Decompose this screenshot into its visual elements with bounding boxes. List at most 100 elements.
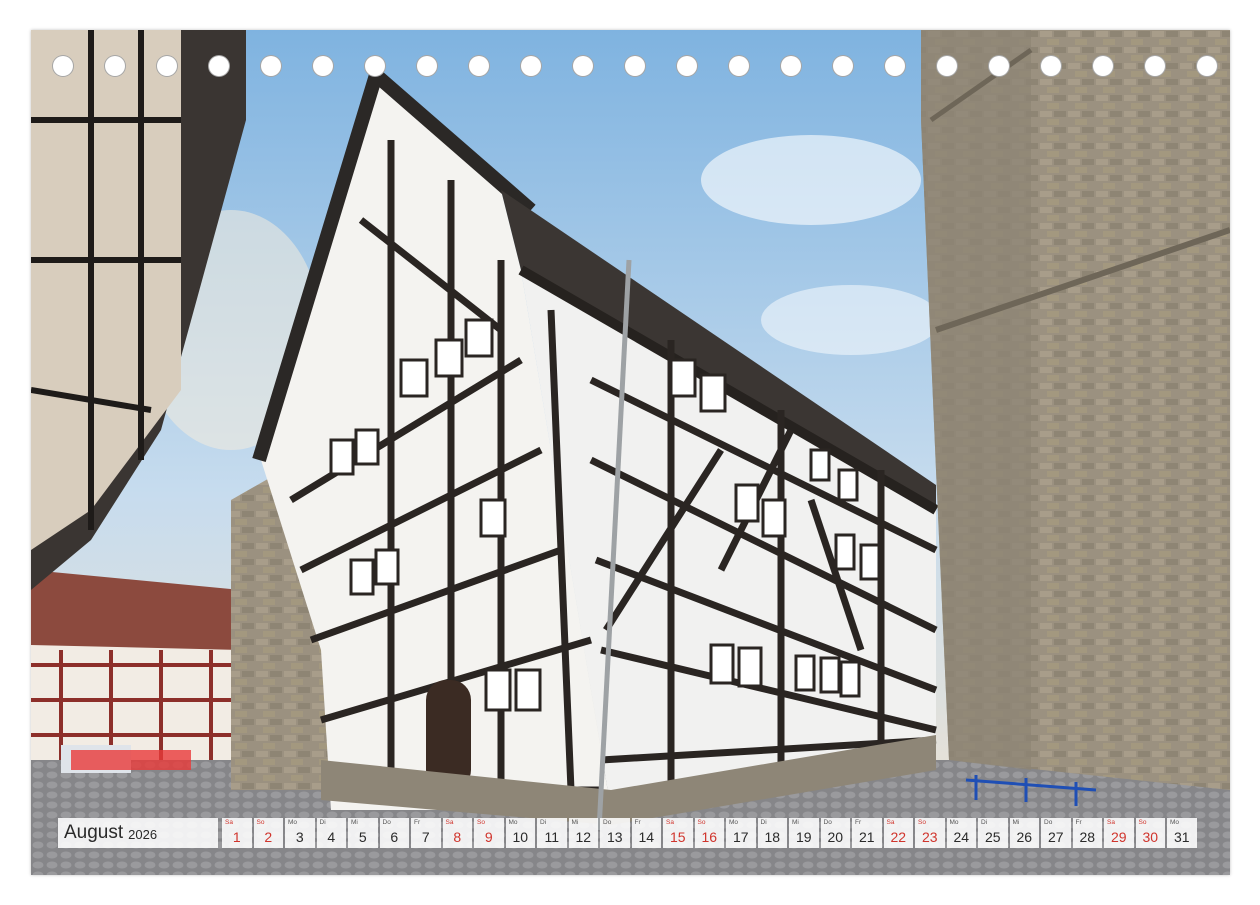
day-weekday: Sa — [666, 819, 674, 826]
day-cell: Do 13 — [600, 818, 630, 848]
month-name: August — [64, 822, 124, 843]
binding-hole — [832, 55, 854, 77]
binding-hole — [520, 55, 542, 77]
day-number: 1 — [232, 829, 241, 845]
day-cell: Fr 14 — [631, 818, 661, 848]
day-number: 24 — [953, 829, 970, 845]
day-number: 3 — [295, 829, 304, 845]
day-weekday: Di — [540, 819, 547, 826]
day-weekday: Mo — [288, 819, 298, 826]
day-number: 19 — [795, 829, 812, 845]
day-weekday: Mo — [729, 819, 739, 826]
day-cell: Mo 31 — [1167, 818, 1197, 848]
month-label: August 2026 — [58, 818, 218, 848]
day-number: 4 — [327, 829, 336, 845]
day-number: 13 — [606, 829, 623, 845]
day-cell: So 9 — [474, 818, 504, 848]
binding-hole — [208, 55, 230, 77]
day-weekday: Di — [760, 819, 767, 826]
day-cell: Mo 10 — [505, 818, 535, 848]
day-cell: Di 4 — [316, 818, 346, 848]
binding-hole — [676, 55, 698, 77]
binding-hole — [624, 55, 646, 77]
binding-hole — [1196, 55, 1218, 77]
day-number: 7 — [421, 829, 430, 845]
day-number: 26 — [1016, 829, 1033, 845]
day-cell: Di 18 — [757, 818, 787, 848]
binding-hole — [260, 55, 282, 77]
binding-hole — [1040, 55, 1062, 77]
day-cell: Di 25 — [978, 818, 1008, 848]
day-weekday: So — [1138, 819, 1147, 826]
day-weekday: Sa — [886, 819, 895, 826]
binding-hole — [884, 55, 906, 77]
calendar-photo — [31, 30, 1230, 875]
day-cell: Sa 22 — [883, 818, 913, 848]
day-number: 5 — [358, 829, 367, 845]
day-number: 18 — [764, 829, 781, 845]
day-weekday: Mi — [1012, 819, 1020, 826]
day-number: 8 — [453, 829, 462, 845]
day-weekday: Fr — [414, 819, 421, 826]
day-weekday: Mo — [1170, 819, 1180, 826]
day-weekday: Fr — [634, 819, 641, 826]
half-timbered-house-photo — [31, 30, 1230, 875]
binding-hole — [1092, 55, 1114, 77]
day-number: 25 — [984, 829, 1001, 845]
day-number: 6 — [390, 829, 399, 845]
day-cell: Di 11 — [537, 818, 567, 848]
day-number: 14 — [638, 829, 655, 845]
day-number: 30 — [1142, 829, 1159, 845]
binding-hole — [364, 55, 386, 77]
year-label: 2026 — [128, 827, 158, 842]
day-number: 12 — [575, 829, 592, 845]
day-number: 9 — [484, 829, 493, 845]
day-number: 21 — [858, 829, 875, 845]
day-cell: So 30 — [1135, 818, 1165, 848]
day-weekday: Do — [603, 819, 612, 826]
day-weekday: Fr — [1075, 819, 1082, 826]
binding-hole — [468, 55, 490, 77]
day-weekday: So — [477, 819, 485, 826]
day-cell: Sa 15 — [663, 818, 693, 848]
calendar-strip: August 2026 Sa 1 So 2 Mo 3 Di 4 Mi 5 Do 6 Fr 7 Sa 8 So 9 M… — [58, 818, 1197, 848]
day-cell: Fr 7 — [411, 818, 441, 848]
day-weekday: Fr — [855, 819, 862, 826]
binding-hole — [156, 55, 178, 77]
day-weekday: Di — [981, 819, 988, 826]
day-number: 10 — [512, 829, 529, 845]
day-cell: Mi 5 — [348, 818, 378, 848]
day-weekday: Mo — [508, 819, 518, 826]
day-weekday: Mi — [792, 819, 799, 826]
binding-hole — [572, 55, 594, 77]
day-weekday: Sa — [445, 819, 454, 826]
day-weekday: So — [697, 819, 706, 826]
day-number: 20 — [827, 829, 844, 845]
day-cell: Mo 24 — [946, 818, 976, 848]
day-weekday: Do — [823, 819, 832, 826]
binding-holes — [52, 55, 1218, 79]
day-number: 22 — [890, 829, 907, 845]
day-cell: Mi 26 — [1009, 818, 1039, 848]
day-number: 2 — [264, 829, 273, 845]
day-cell: Mo 17 — [726, 818, 756, 848]
day-cell: Do 27 — [1041, 818, 1071, 848]
day-cell: So 16 — [694, 818, 724, 848]
day-cell: Fr 28 — [1072, 818, 1102, 848]
day-number: 27 — [1047, 829, 1064, 845]
day-weekday: Do — [1044, 819, 1053, 826]
binding-hole — [780, 55, 802, 77]
day-cell: Do 6 — [379, 818, 409, 848]
day-weekday: Mo — [949, 819, 959, 826]
binding-hole — [52, 55, 74, 77]
binding-hole — [728, 55, 750, 77]
day-weekday: So — [256, 819, 265, 826]
binding-hole — [104, 55, 126, 77]
day-weekday: Mi — [351, 819, 358, 826]
day-number: 17 — [732, 829, 749, 845]
day-cell: Fr 21 — [852, 818, 882, 848]
binding-hole — [312, 55, 334, 77]
day-cell: So 23 — [915, 818, 945, 848]
day-number: 23 — [921, 829, 938, 845]
day-cell: Mi 12 — [568, 818, 598, 848]
